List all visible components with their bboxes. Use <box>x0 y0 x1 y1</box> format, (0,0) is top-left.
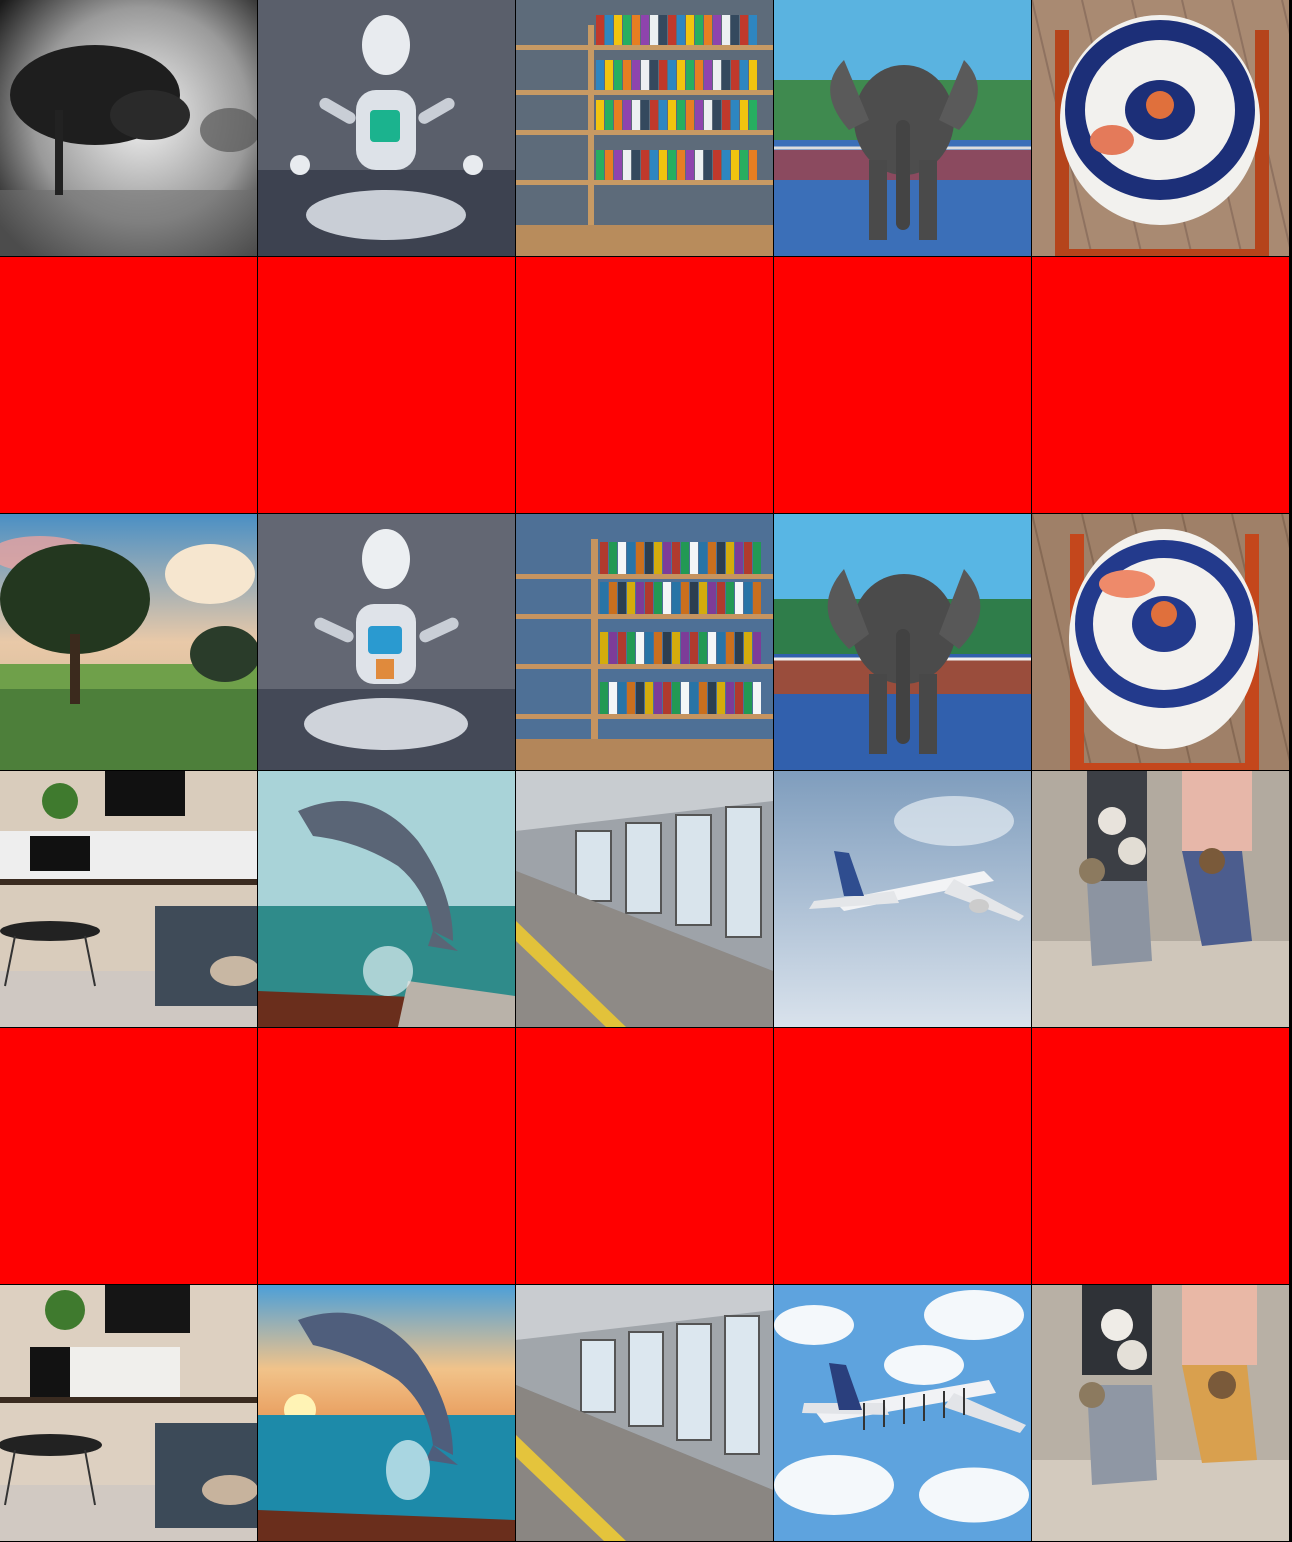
robot-icon <box>258 514 515 770</box>
living-room-icon <box>0 771 257 1027</box>
image-cell-r3-c2 <box>258 514 515 770</box>
image-cell-r1-c1 <box>0 0 257 256</box>
image-cell-r4-c1 <box>0 771 257 1027</box>
placeholder-cell-r5-c2 <box>258 1028 515 1284</box>
image-grid <box>0 0 1292 1542</box>
image-cell-r1-c5 <box>1032 0 1289 256</box>
placeholder-cell-r5-c4 <box>774 1028 1031 1284</box>
placeholder-cell-r2-c5 <box>1032 257 1289 513</box>
image-cell-r1-c4 <box>774 0 1031 256</box>
image-cell-r1-c3 <box>516 0 773 256</box>
image-cell-r4-c2 <box>258 771 515 1027</box>
airplane-icon <box>774 1285 1031 1541</box>
image-cell-r6-c4 <box>774 1285 1031 1541</box>
image-cell-r6-c1 <box>0 1285 257 1541</box>
bookshelf-icon <box>516 514 773 770</box>
dolphin-icon <box>258 1285 515 1541</box>
placeholder-cell-r5-c5 <box>1032 1028 1289 1284</box>
image-cell-r6-c2 <box>258 1285 515 1541</box>
foggy-tree-icon <box>0 0 257 256</box>
subway-train-icon <box>516 771 773 1027</box>
image-cell-r3-c5 <box>1032 514 1289 770</box>
dolphin-icon <box>258 771 515 1027</box>
placeholder-cell-r5-c3 <box>516 1028 773 1284</box>
placeholder-cell-r2-c1 <box>0 257 257 513</box>
elephant-icon <box>774 0 1031 256</box>
cat-socks-icon <box>1032 1285 1289 1541</box>
porcelain-stool-icon <box>1032 514 1289 770</box>
image-cell-r6-c5 <box>1032 1285 1289 1541</box>
image-cell-r4-c4 <box>774 771 1031 1027</box>
living-room-icon <box>0 1285 257 1541</box>
image-cell-r4-c5 <box>1032 771 1289 1027</box>
placeholder-cell-r2-c2 <box>258 257 515 513</box>
image-cell-r1-c2 <box>258 0 515 256</box>
image-cell-r4-c3 <box>516 771 773 1027</box>
image-cell-r3-c1 <box>0 514 257 770</box>
image-cell-r6-c3 <box>516 1285 773 1541</box>
image-cell-r3-c3 <box>516 514 773 770</box>
placeholder-cell-r2-c4 <box>774 257 1031 513</box>
cat-socks-icon <box>1032 771 1289 1027</box>
placeholder-cell-r5-c1 <box>0 1028 257 1284</box>
robot-icon <box>258 0 515 256</box>
airplane-icon <box>774 771 1031 1027</box>
subway-train-icon <box>516 1285 773 1541</box>
bookshelf-icon <box>516 0 773 256</box>
placeholder-cell-r2-c3 <box>516 257 773 513</box>
porcelain-stool-icon <box>1032 0 1289 256</box>
image-cell-r3-c4 <box>774 514 1031 770</box>
anime-tree-icon <box>0 514 257 770</box>
elephant-icon <box>774 514 1031 770</box>
